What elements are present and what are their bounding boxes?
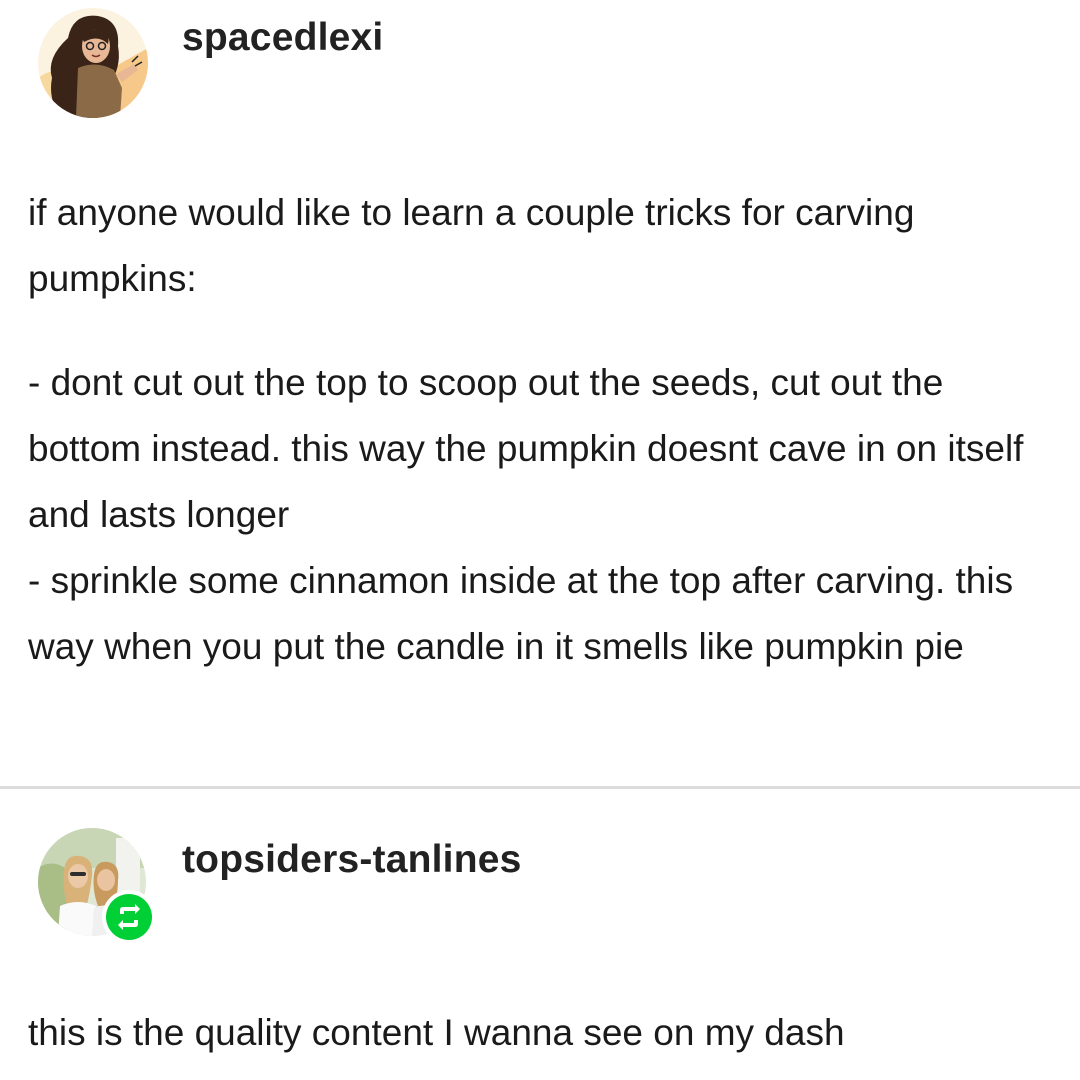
reblog-body: this is the quality content I wanna see … (28, 1000, 1038, 1066)
post-reblog: topsiders-tanlines this is the quality c… (0, 790, 1080, 1080)
post-original: spacedlexi if anyone would like to learn… (0, 0, 1080, 786)
reblog-username[interactable]: topsiders-tanlines (182, 838, 522, 882)
post-divider (0, 786, 1080, 789)
reblog-comment-text: this is the quality content I wanna see … (28, 1012, 845, 1053)
post-body-intro: if anyone would like to learn a couple t… (28, 180, 1038, 312)
tip-item: - dont cut out the top to scoop out the … (28, 362, 1024, 535)
reblog-badge (102, 890, 156, 944)
post-username[interactable]: spacedlexi (182, 16, 383, 60)
avatar-illustration-icon (38, 8, 148, 118)
post-body-tips: - dont cut out the top to scoop out the … (28, 350, 1038, 680)
user-avatar-spacedlexi[interactable] (38, 8, 148, 118)
post-intro-text: if anyone would like to learn a couple t… (28, 192, 915, 299)
reblog-icon (106, 894, 152, 940)
tip-item: - sprinkle some cinnamon inside at the t… (28, 560, 1014, 667)
